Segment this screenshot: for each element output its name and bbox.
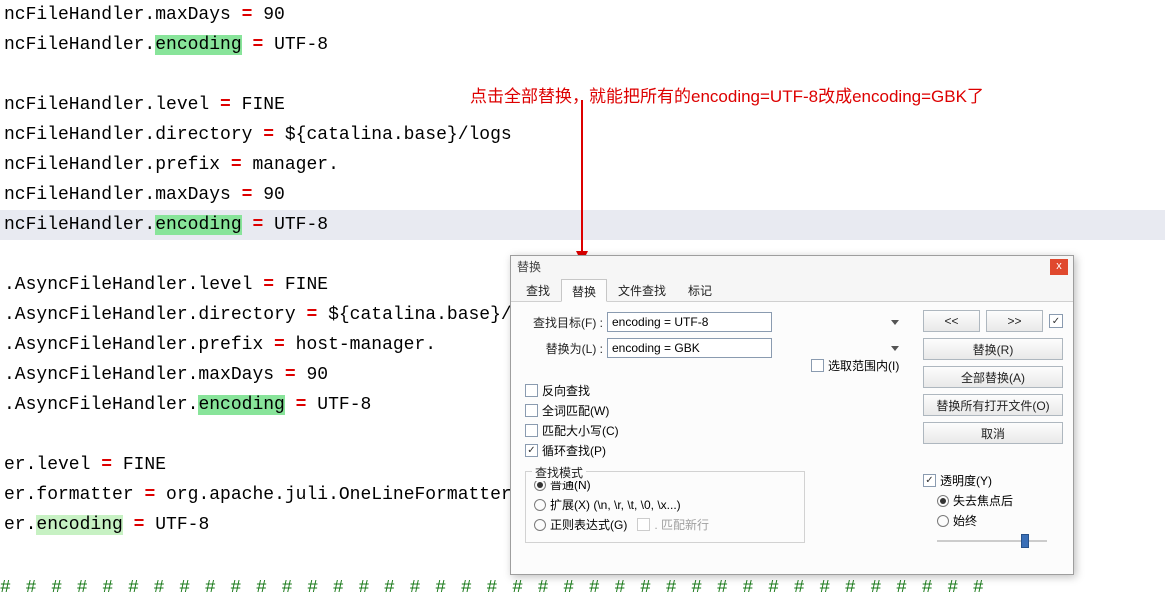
tab-replace[interactable]: 替换: [561, 279, 607, 302]
next-button[interactable]: >>: [986, 310, 1043, 332]
wrap-checkbox[interactable]: ✓循环查找(P): [525, 442, 825, 459]
whole-word-label: 全词匹配(W): [542, 402, 609, 419]
in-selection-label: 选取范围内(I): [828, 357, 899, 374]
close-icon[interactable]: x: [1050, 259, 1068, 275]
backward-checkbox[interactable]: 反向查找: [525, 382, 825, 399]
replace-input[interactable]: [607, 338, 772, 358]
tab-findinfiles[interactable]: 文件查找: [607, 278, 677, 301]
find-label: 查找目标(F) :: [525, 314, 603, 331]
transparency-group: ✓透明度(Y) 失去焦点后 始终: [923, 472, 1063, 550]
dot-newline-label: . 匹配新行: [654, 516, 709, 533]
nav-checkbox[interactable]: ✓: [1049, 314, 1063, 328]
find-input[interactable]: [607, 312, 772, 332]
prev-button[interactable]: <<: [923, 310, 980, 332]
dialog-body: 查找目标(F) : 替换为(L) : 选取范围内(I) << >> ✓ 替换(R…: [511, 302, 1073, 574]
transp-onlose-radio[interactable]: 失去焦点后: [937, 492, 1063, 509]
tab-find[interactable]: 查找: [515, 278, 561, 301]
mode-regex-radio[interactable]: 正则表达式(G): [534, 516, 627, 533]
dot-newline-checkbox: . 匹配新行: [637, 516, 709, 533]
wrap-label: 循环查找(P): [542, 442, 606, 459]
decorative-wave: # # # # # # # # # # # # # # # # # # # # …: [0, 578, 986, 598]
match-case-checkbox[interactable]: 匹配大小写(C): [525, 422, 825, 439]
match-case-label: 匹配大小写(C): [542, 422, 619, 439]
replace-label: 替换为(L) :: [525, 340, 603, 357]
cancel-button[interactable]: 取消: [923, 422, 1063, 444]
replace-all-button[interactable]: 全部替换(A): [923, 366, 1063, 388]
annotation-arrow: [581, 100, 583, 262]
backward-label: 反向查找: [542, 382, 590, 399]
annotation-text: 点击全部替换，就能把所有的encoding=UTF-8改成encoding=GB…: [470, 82, 984, 107]
whole-word-checkbox[interactable]: 全词匹配(W): [525, 402, 825, 419]
dialog-button-column: << >> ✓ 替换(R) 全部替换(A) 替换所有打开文件(O) 取消: [923, 310, 1063, 444]
replace-open-files-button[interactable]: 替换所有打开文件(O): [923, 394, 1063, 416]
tab-mark[interactable]: 标记: [677, 278, 723, 301]
transparency-slider[interactable]: [937, 532, 1047, 550]
replace-dialog: 替换 x 查找 替换 文件查找 标记 查找目标(F) : 替换为(L) : 选取…: [510, 255, 1074, 575]
dialog-title: 替换: [511, 256, 1073, 278]
mode-extended-label: 扩展(X) (\n, \r, \t, \0, \x...): [550, 496, 681, 513]
search-mode-fieldset: 查找模式 普通(N) 扩展(X) (\n, \r, \t, \0, \x...)…: [525, 471, 805, 543]
mode-regex-label: 正则表达式(G): [550, 516, 627, 533]
mode-extended-radio[interactable]: 扩展(X) (\n, \r, \t, \0, \x...): [534, 496, 796, 513]
code-line[interactable]: ncFileHandler.maxDays = 90: [0, 0, 1165, 30]
code-line[interactable]: ncFileHandler.encoding = UTF-8: [0, 30, 1165, 60]
transp-always-radio[interactable]: 始终: [937, 512, 1063, 529]
in-selection-checkbox[interactable]: 选取范围内(I): [811, 357, 899, 374]
transparency-checkbox[interactable]: ✓透明度(Y): [923, 472, 1063, 489]
replace-button[interactable]: 替换(R): [923, 338, 1063, 360]
search-mode-legend: 查找模式: [532, 464, 586, 481]
transp-always-label: 始终: [953, 512, 977, 529]
transp-onlose-label: 失去焦点后: [953, 492, 1013, 509]
dialog-tabs: 查找 替换 文件查找 标记: [511, 278, 1073, 302]
transparency-label: 透明度(Y): [940, 472, 992, 489]
